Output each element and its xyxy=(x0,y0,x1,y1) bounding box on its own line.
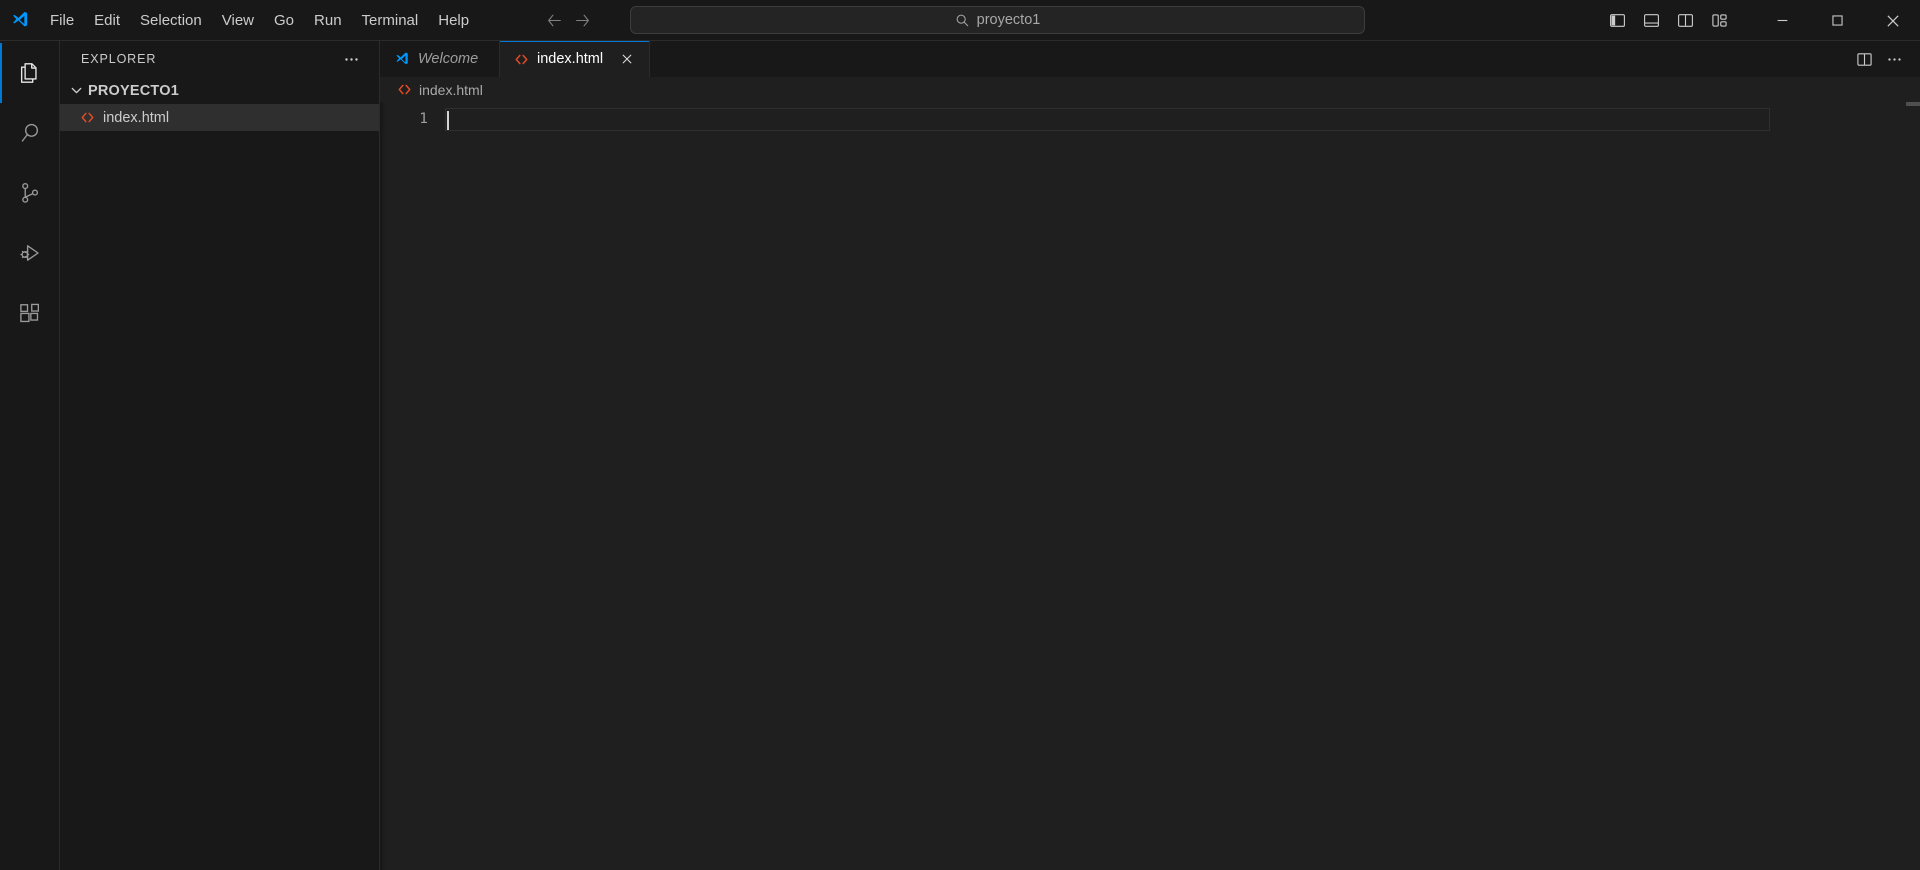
activity-bar xyxy=(0,41,60,870)
ellipsis-icon[interactable] xyxy=(1880,46,1908,72)
menu-bar: File Edit Selection View Go Run Terminal… xyxy=(40,0,479,41)
html-file-icon xyxy=(514,52,529,67)
editor-tab-actions xyxy=(1850,41,1920,77)
editor-group: Welcome index.html index.html 1 xyxy=(380,41,1920,870)
menu-selection[interactable]: Selection xyxy=(130,6,212,35)
activity-explorer[interactable] xyxy=(0,43,59,103)
tab-welcome[interactable]: Welcome xyxy=(380,41,500,77)
command-center[interactable]: proyecto1 xyxy=(630,6,1365,34)
extensions-icon xyxy=(17,300,43,326)
chevron-down-icon xyxy=(68,82,85,99)
workbench-body: EXPLORER PROYECTO1 index.html Welcome in… xyxy=(0,41,1920,870)
vscode-window: File Edit Selection View Go Run Terminal… xyxy=(0,0,1920,870)
vscode-logo-icon xyxy=(0,0,40,41)
layout-buttons xyxy=(1601,6,1735,35)
menu-go[interactable]: Go xyxy=(264,6,304,35)
layout-sidebar-right-icon[interactable] xyxy=(1669,6,1701,35)
ellipsis-icon[interactable] xyxy=(340,48,362,70)
code-editor[interactable]: 1 xyxy=(380,102,1920,870)
editor-tabs: Welcome index.html xyxy=(380,41,651,77)
title-bar: File Edit Selection View Go Run Terminal… xyxy=(0,0,1920,41)
files-icon xyxy=(17,60,43,86)
activity-source-control[interactable] xyxy=(0,163,59,223)
arrow-left-icon[interactable] xyxy=(543,9,565,31)
layout-customize-icon[interactable] xyxy=(1703,6,1735,35)
maximize-icon[interactable] xyxy=(1810,0,1865,41)
line-number: 1 xyxy=(419,111,428,127)
html-file-icon xyxy=(80,110,95,125)
menu-view[interactable]: View xyxy=(212,6,264,35)
menu-terminal[interactable]: Terminal xyxy=(352,6,429,35)
tab-index-html[interactable]: index.html xyxy=(500,41,651,77)
minimize-icon[interactable] xyxy=(1755,0,1810,41)
arrow-right-icon[interactable] xyxy=(571,9,593,31)
breadcrumb: index.html xyxy=(380,77,1920,102)
file-tree: PROYECTO1 index.html xyxy=(60,77,379,870)
tab-label: Welcome xyxy=(418,51,479,67)
command-center-value: proyecto1 xyxy=(976,12,1041,28)
tree-file-index-html[interactable]: index.html xyxy=(60,104,379,131)
menu-run[interactable]: Run xyxy=(304,6,352,35)
code-content-area[interactable] xyxy=(445,102,1920,870)
html-file-icon xyxy=(397,82,412,97)
editor-vertical-scrollbar[interactable] xyxy=(1906,102,1920,870)
titlebar-right-controls xyxy=(1601,0,1920,41)
vscode-logo-icon xyxy=(394,51,410,67)
layout-sidebar-left-icon[interactable] xyxy=(1601,6,1633,35)
navigation-arrows xyxy=(543,9,593,31)
close-icon[interactable] xyxy=(617,49,637,69)
text-cursor xyxy=(447,111,449,130)
source-control-icon xyxy=(17,180,43,206)
line-number-gutter: 1 xyxy=(380,102,445,870)
activity-extensions[interactable] xyxy=(0,283,59,343)
layout-panel-bottom-icon[interactable] xyxy=(1635,6,1667,35)
close-icon[interactable] xyxy=(1865,0,1920,41)
menu-help[interactable]: Help xyxy=(428,6,479,35)
activity-run-debug[interactable] xyxy=(0,223,59,283)
search-icon xyxy=(955,13,970,28)
activity-search[interactable] xyxy=(0,103,59,163)
breadcrumb-item-file[interactable]: index.html xyxy=(419,82,483,98)
current-line-highlight xyxy=(445,108,1770,131)
window-controls xyxy=(1755,0,1920,41)
sidebar-actions xyxy=(340,48,367,70)
primary-sidebar: EXPLORER PROYECTO1 index.html xyxy=(60,41,380,870)
tree-folder-proyecto1[interactable]: PROYECTO1 xyxy=(60,77,379,104)
tree-file-label: index.html xyxy=(103,109,170,126)
scrollbar-thumb[interactable] xyxy=(1906,102,1920,106)
sidebar-header: EXPLORER xyxy=(60,41,379,77)
editor-tab-bar: Welcome index.html xyxy=(380,41,1920,77)
tab-label: index.html xyxy=(537,51,604,67)
run-and-debug-icon xyxy=(17,240,43,266)
search-icon xyxy=(17,120,43,146)
sidebar-title-label: EXPLORER xyxy=(81,52,157,66)
menu-edit[interactable]: Edit xyxy=(84,6,130,35)
tree-folder-label: PROYECTO1 xyxy=(88,82,179,99)
menu-file[interactable]: File xyxy=(40,6,84,35)
split-editor-icon[interactable] xyxy=(1850,46,1878,72)
